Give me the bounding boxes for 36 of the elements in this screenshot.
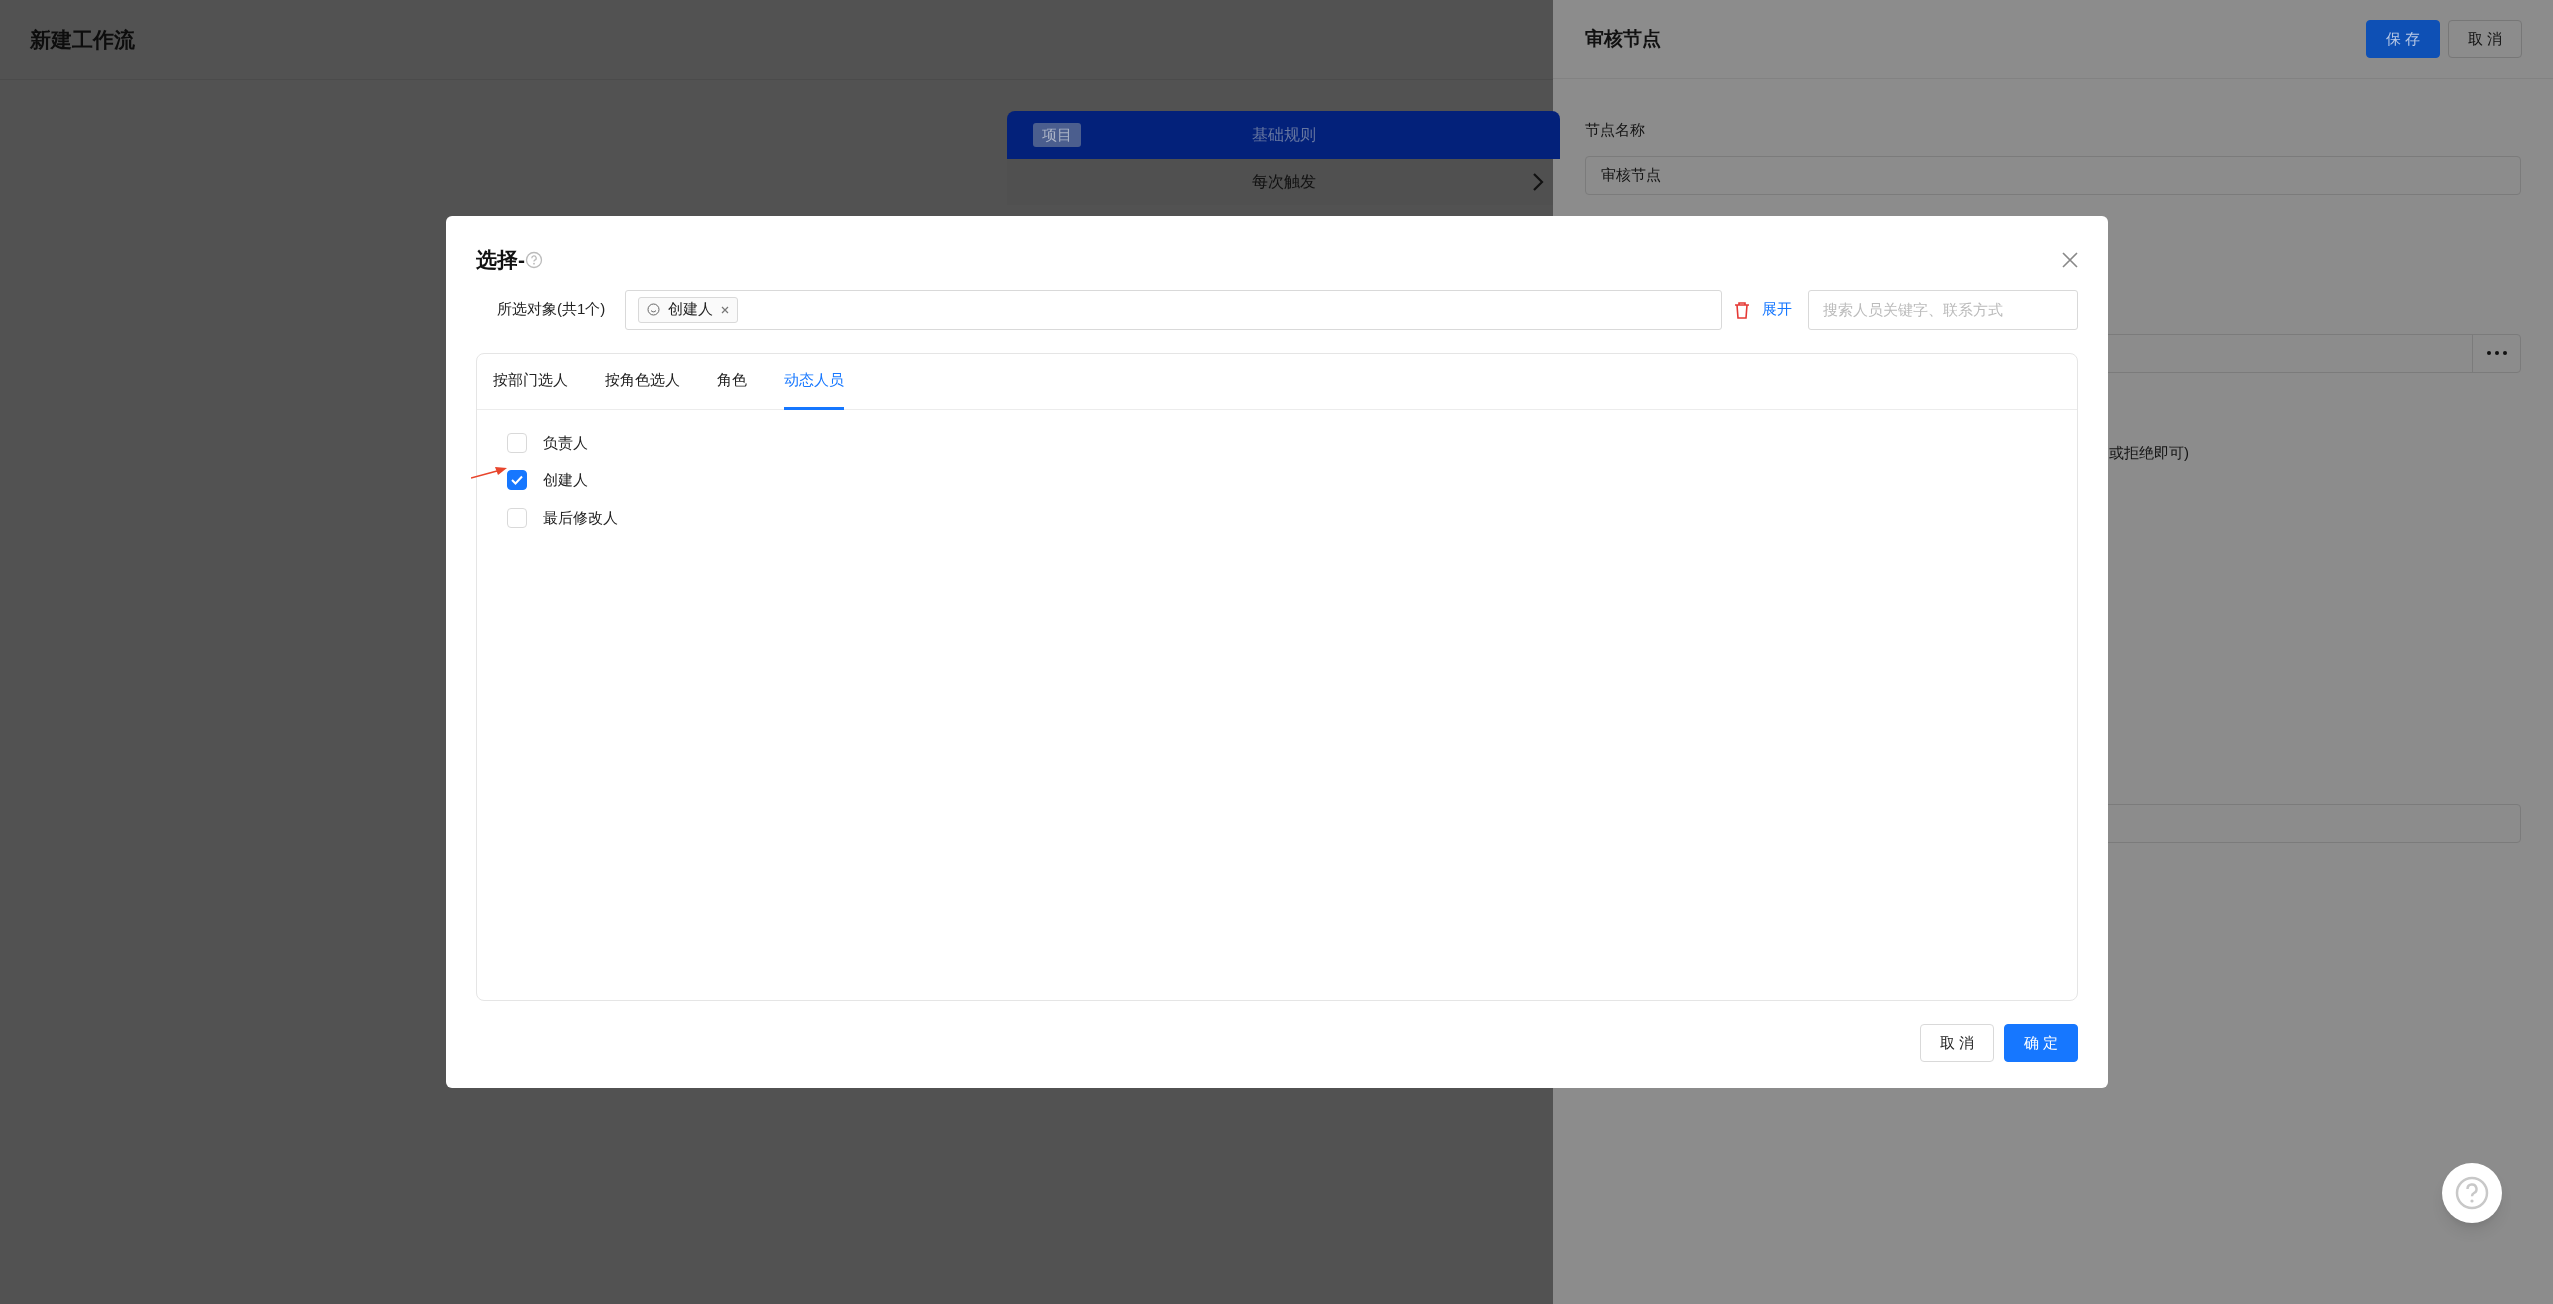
dialog-title: 选择-	[476, 247, 525, 273]
close-icon[interactable]	[2062, 251, 2078, 268]
selected-objects-field[interactable]: 创建人	[625, 289, 1722, 330]
more-icon	[2486, 351, 2507, 355]
checkbox[interactable]	[507, 470, 527, 491]
annotation-arrow-icon	[471, 465, 507, 480]
tab[interactable]: 角色	[717, 353, 747, 410]
trigger-text: 每次触发	[1252, 172, 1316, 192]
hint-text: 或拒绝即可)	[2109, 442, 2190, 463]
option-checkbox[interactable]: 负责人	[507, 431, 2077, 454]
cancel-button[interactable]: 取 消	[2448, 20, 2522, 58]
page-title: 新建工作流	[30, 26, 135, 53]
confirm-button[interactable]: 保 存	[2366, 20, 2440, 58]
tab[interactable]: 按部门选人	[493, 353, 568, 410]
check-icon	[511, 475, 523, 486]
tab[interactable]: 动态人员	[784, 353, 844, 410]
card-title: 基础规则	[1252, 125, 1316, 145]
option-checkbox[interactable]: 创建人	[507, 469, 2077, 492]
help-icon	[525, 250, 543, 269]
option-checkbox[interactable]: 最后修改人	[507, 506, 2077, 529]
field-label: 节点名称	[1585, 120, 1646, 140]
selected-tag[interactable]: 创建人	[638, 296, 738, 323]
drawer-title: 审核节点	[1585, 26, 1661, 51]
remove-icon[interactable]	[721, 305, 729, 314]
search-field[interactable]: 搜索人员关键字、联系方式	[1808, 289, 2078, 330]
expand-link[interactable]: 展开	[1762, 298, 1792, 321]
trash-icon[interactable]	[1734, 300, 1750, 319]
cancel-button[interactable]: 取 消	[1920, 1024, 1994, 1062]
chevron-right-icon	[1532, 172, 1544, 192]
field-label: 所选对象(共1个)	[496, 299, 607, 320]
smiley-icon	[647, 303, 660, 316]
tab[interactable]: 按角色选人	[605, 353, 680, 410]
question-circle-icon	[2455, 1176, 2489, 1210]
tag: 项目	[1033, 122, 1081, 148]
node-name-field[interactable]: 审核节点	[1585, 155, 2521, 195]
confirm-button[interactable]: 确 定	[2004, 1024, 2078, 1062]
